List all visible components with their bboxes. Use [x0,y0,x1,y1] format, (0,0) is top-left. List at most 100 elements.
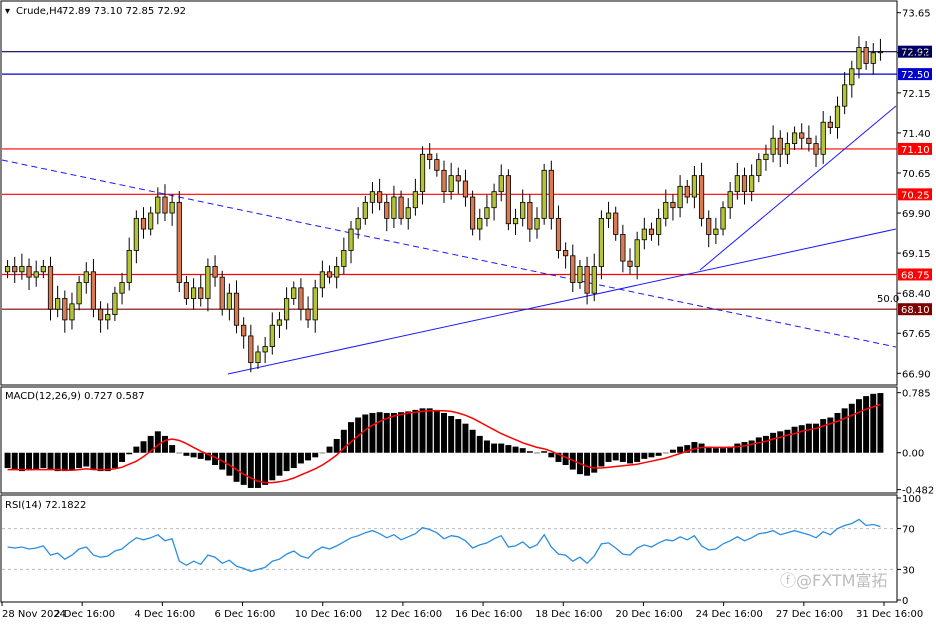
macd-bar [512,446,519,453]
candle-body [620,234,626,262]
macd-bar [498,443,505,453]
candle-body [255,351,261,364]
macd-bar [798,425,805,453]
macd-bar [541,451,548,453]
candle-body [47,266,54,310]
candle-body [713,228,719,235]
candle-body [40,266,46,273]
fib-label: 50.0 [877,294,899,305]
macd-bar [655,452,662,456]
macd-bar [476,435,483,453]
macd-bar [240,452,247,485]
candle-body [183,282,190,299]
price-tick-label: 70.65 [902,169,931,180]
time-tick-label: 20 Dec 16:00 [615,609,682,620]
macd-bar [390,412,397,453]
macd-bar [491,443,498,453]
price-tick-label: 67.65 [902,329,931,340]
candle-body [334,266,340,278]
macd-bar [90,452,97,470]
candle-body [813,143,819,155]
candle-body [276,319,283,326]
candle-body [663,201,669,219]
time-tick-label: 31 Dec 16:00 [856,609,923,620]
macd-bar [762,435,769,453]
macd-bar [326,446,333,453]
macd-bar [841,408,848,453]
time-tick-label: 6 Dec 16:00 [215,609,276,620]
macd-bar [848,403,855,453]
macd-bar [720,448,727,453]
macd-bar [76,452,83,469]
candle-body [877,51,884,54]
candle-body [777,137,783,155]
macd-bar [40,452,47,469]
candle-body [4,266,11,273]
candle-body [498,175,504,193]
candle-body [641,228,647,241]
candle-body [512,217,519,225]
symbol-label: Crude,H4 [16,6,63,17]
macd-bar [312,452,319,458]
candle-body [105,314,111,321]
macd-bar [154,431,161,453]
candle-body [19,266,25,273]
macd-bar [197,452,204,459]
level-tag-label: 68.10 [901,305,930,316]
candle-body [648,228,655,235]
macd-bar [526,451,533,453]
rsi-panel-frame [0,494,898,603]
time-tick-label: 10 Dec 16:00 [295,609,362,620]
macd-bar [641,452,648,459]
macd-bar [4,452,11,469]
macd-bar [591,452,598,473]
candle-body [749,175,755,193]
macd-bar [269,452,276,481]
candle-body [613,212,619,235]
macd-bar [233,452,240,482]
candle-body [541,169,547,219]
candle-body [169,201,175,214]
candle-body [734,175,740,193]
macd-bar [297,452,304,464]
candle-body [870,52,876,64]
rsi-line [7,518,881,573]
candle-body [212,266,218,278]
candle-body [241,324,247,337]
price-tick-label: 69.15 [902,249,931,260]
macd-bar [412,409,419,453]
candle-body [262,346,268,353]
macd-bar [820,419,827,453]
candle-body [69,303,75,321]
candle-body [677,185,683,209]
candle-body [741,175,748,193]
candle-body [284,298,290,321]
time-axis: 28 Nov 20242 Dec 16:00 4 Dec 16:00 6 Dec 1… [1,602,923,620]
level-tag-label: 68.75 [901,270,930,281]
candle-body [369,191,376,203]
candle-body [842,84,848,107]
candle-body [491,191,497,209]
candle-body [520,201,526,219]
time-tick-label: 4 Dec 16:00 [134,609,195,620]
macd-bar [33,452,40,470]
chevron-down-icon[interactable]: ▾ [5,6,10,17]
candle-body [348,228,354,251]
macd-bar [255,452,261,488]
macd-bar [505,445,512,453]
candle-body [763,153,769,161]
candle-body [162,196,168,214]
price-panel-frame [0,0,898,386]
candle-body [62,298,68,321]
rsi-tick-label: 70 [902,525,915,536]
candle-body [377,191,383,203]
macd-tick-label: 0.785 [902,389,931,400]
candle-body [326,271,333,278]
candle-body [305,308,311,321]
trading-chart[interactable]: 72.9272.5071.1070.2568.7568.10 73.6572.9… [0,0,936,624]
candle-body [298,287,304,310]
macd-bar [691,442,698,453]
macd-bar [133,446,140,453]
macd-bar [777,431,784,453]
candle-body [148,212,154,230]
